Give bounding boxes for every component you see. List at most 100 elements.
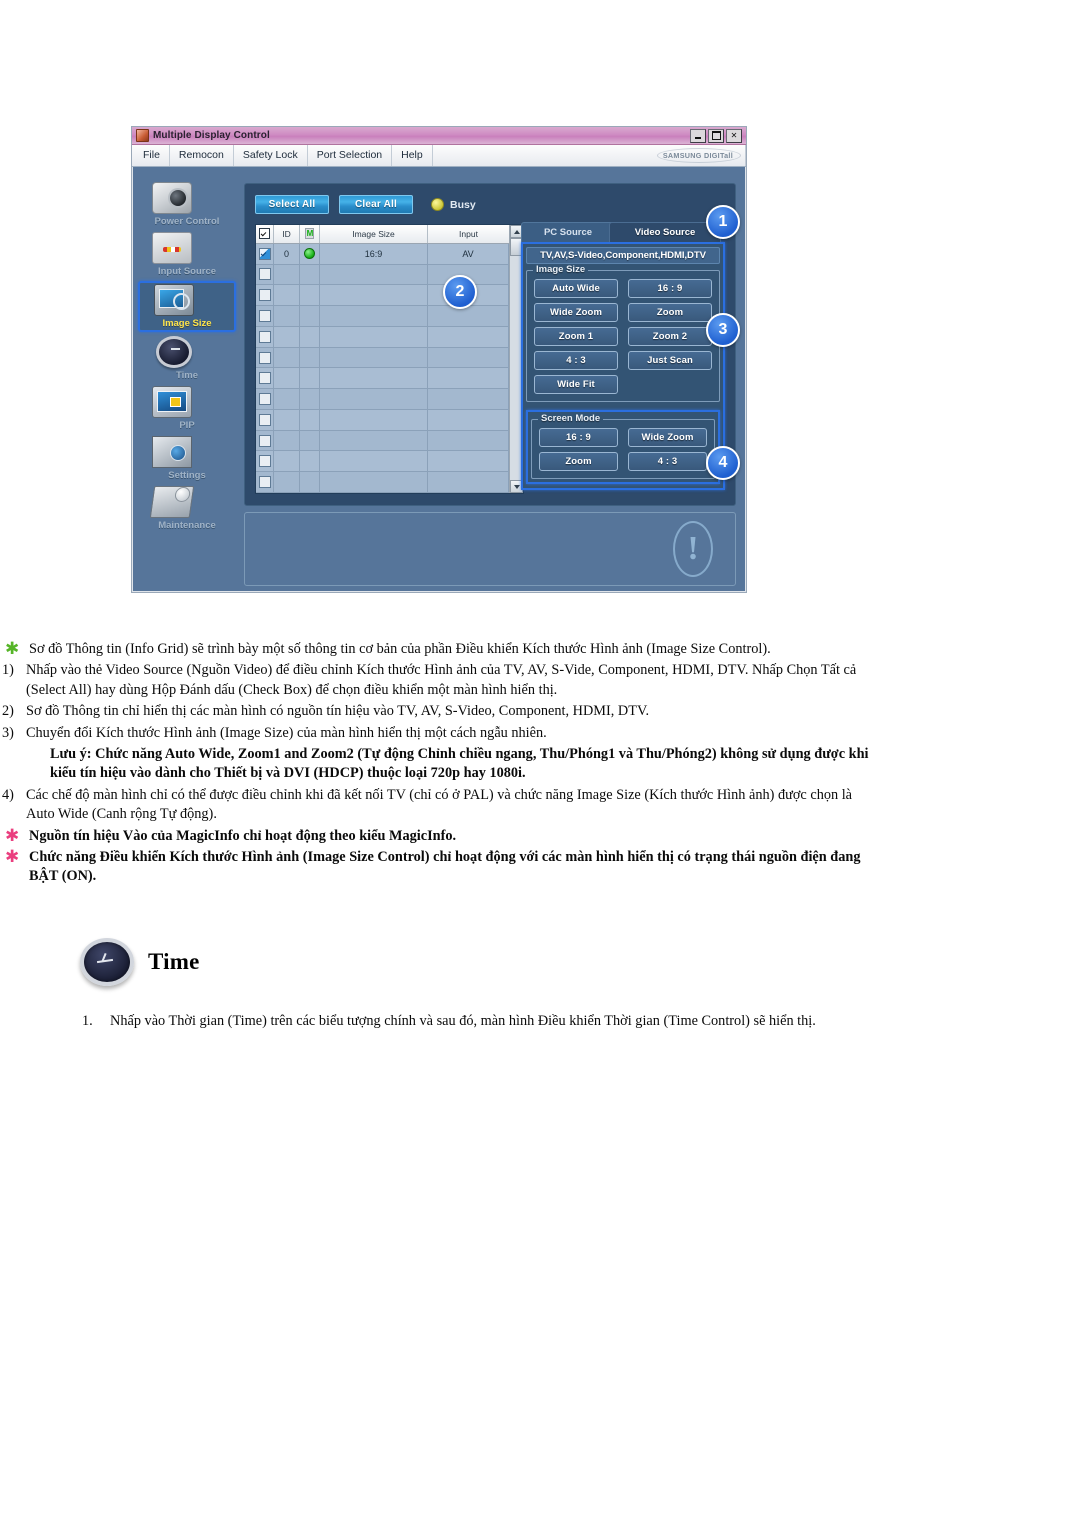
sidebar-item-time[interactable]: Time — [138, 335, 236, 382]
row-image-size — [320, 285, 428, 306]
page-title: Time — [148, 949, 200, 974]
row-checkbox-cell[interactable] — [256, 472, 274, 492]
time-icon — [156, 336, 192, 368]
row-checkbox-icon[interactable] — [258, 393, 271, 406]
menu-item-help[interactable]: Help — [392, 145, 433, 166]
menu-bar[interactable]: File Remocon Safety Lock Port Selection … — [132, 145, 746, 167]
row-checkbox-cell[interactable] — [256, 451, 274, 472]
input-source-icon — [152, 232, 192, 264]
button-16-9[interactable]: 16 : 9 — [628, 279, 712, 298]
column-header-id[interactable]: ID — [274, 225, 300, 243]
row-id — [274, 264, 300, 285]
row-checkbox-icon[interactable] — [258, 434, 271, 447]
table-row[interactable] — [256, 430, 509, 452]
row-checkbox-icon[interactable] — [258, 289, 271, 302]
row-checkbox-cell[interactable] — [256, 347, 274, 368]
minimize-button[interactable] — [690, 128, 706, 143]
button-auto-wide[interactable]: Auto Wide — [534, 279, 618, 298]
screen-mode-button-16-9[interactable]: 16 : 9 — [539, 428, 618, 447]
row-checkbox-cell[interactable] — [256, 368, 274, 389]
source-tabs[interactable]: PC Source Video Source — [521, 222, 725, 242]
row-image-size — [320, 368, 428, 389]
row-checkbox-icon[interactable] — [258, 413, 271, 426]
sidebar-item-image-size[interactable]: Image Size — [138, 281, 236, 332]
row-checkbox-icon[interactable] — [258, 372, 271, 385]
button-zoom-2[interactable]: Zoom 2 — [628, 327, 712, 346]
table-row[interactable] — [256, 451, 509, 473]
row-checkbox-icon[interactable] — [258, 455, 271, 468]
source-types-label: TV,AV,S-Video,Component,HDMI,DTV — [526, 247, 720, 264]
row-image-size — [320, 389, 428, 409]
table-row[interactable] — [256, 472, 509, 493]
tab-pc-source[interactable]: PC Source — [521, 222, 615, 242]
row-checkbox-icon[interactable] — [258, 330, 271, 343]
close-icon[interactable]: ✕ — [726, 128, 742, 143]
screen-mode-legend: Screen Mode — [538, 413, 604, 424]
row-input — [428, 306, 509, 326]
window-controls[interactable]: ✕ — [690, 128, 744, 143]
screen-mode-button-wide-zoom[interactable]: Wide Zoom — [628, 428, 707, 447]
button-just-scan[interactable]: Just Scan — [628, 351, 712, 370]
button-wide-zoom[interactable]: Wide Zoom — [534, 303, 618, 322]
button-4-3[interactable]: 4 : 3 — [534, 351, 618, 370]
table-row[interactable] — [256, 326, 509, 348]
sidebar-item-settings[interactable]: Settings — [138, 435, 236, 482]
row-checkbox-cell[interactable] — [256, 430, 274, 451]
sidebar-item-label: Time — [175, 370, 198, 381]
menu-item-file[interactable]: File — [132, 145, 170, 166]
screen-mode-button-zoom[interactable]: Zoom — [539, 452, 618, 471]
main-panel: Select All Clear All Busy ID M Image Siz… — [244, 183, 736, 506]
select-all-button[interactable]: Select All — [255, 195, 329, 214]
button-zoom[interactable]: Zoom — [628, 303, 712, 322]
sidebar-item-label: Power Control — [154, 216, 220, 227]
column-header-input[interactable]: Input — [428, 225, 509, 243]
menu-item-remocon[interactable]: Remocon — [170, 145, 234, 166]
row-checkbox-icon[interactable] — [258, 309, 271, 322]
sidebar-item-input-source[interactable]: Input Source — [138, 231, 236, 278]
row-checkbox-cell[interactable] — [256, 264, 274, 285]
maintenance-icon — [149, 486, 195, 518]
menu-item-safety-lock[interactable]: Safety Lock — [234, 145, 308, 166]
row-input — [428, 430, 509, 451]
table-row[interactable] — [256, 347, 509, 369]
table-row[interactable] — [256, 409, 509, 431]
column-header-image-size[interactable]: Image Size — [320, 225, 428, 243]
row-checkbox-icon[interactable] — [258, 351, 271, 364]
sidebar-item-power-control[interactable]: Power Control — [138, 181, 236, 228]
clear-all-button[interactable]: Clear All — [339, 195, 413, 214]
list-item: 3) Chuyển đổi Kích thước Hình ảnh (Image… — [0, 724, 1080, 743]
table-row[interactable] — [256, 368, 509, 390]
sidebar-item-maintenance[interactable]: Maintenance — [138, 485, 236, 532]
info-grid[interactable]: ID M Image Size Input 0 16:9 AV — [255, 224, 524, 494]
table-row[interactable] — [256, 389, 509, 410]
sidebar-item-pip[interactable]: PIP — [138, 385, 236, 432]
list-item-text: Sơ đồ Thông tin (Info Grid) sẽ trình bày… — [29, 641, 771, 657]
row-checkbox-cell[interactable] — [256, 389, 274, 409]
row-checkbox-icon[interactable] — [258, 476, 271, 489]
row-checkbox-cell[interactable] — [256, 306, 274, 326]
tab-video-source[interactable]: Video Source — [609, 222, 721, 242]
select-all-checkbox-icon[interactable] — [259, 228, 270, 240]
button-wide-fit[interactable]: Wide Fit — [534, 375, 618, 394]
busy-indicator: Busy — [431, 198, 476, 211]
maximize-button[interactable] — [708, 128, 724, 143]
row-checkbox-icon[interactable] — [258, 247, 271, 260]
button-zoom-1[interactable]: Zoom 1 — [534, 327, 618, 346]
row-checkbox-cell[interactable] — [256, 243, 274, 264]
time-section-heading: Time — [0, 938, 1080, 986]
row-checkbox-icon[interactable] — [258, 268, 271, 281]
row-checkbox-cell[interactable] — [256, 285, 274, 306]
list-item-text: Nhấp vào Thời gian (Time) trên các biểu … — [110, 1013, 816, 1029]
table-row[interactable]: 0 16:9 AV — [256, 243, 509, 265]
menu-item-port-selection[interactable]: Port Selection — [308, 145, 393, 166]
list-item: 1) Nhấp vào thẻ Video Source (Nguồn Vide… — [0, 661, 1080, 700]
row-checkbox-cell[interactable] — [256, 409, 274, 430]
table-row[interactable] — [256, 306, 509, 327]
column-header-checkbox[interactable] — [256, 225, 274, 243]
row-checkbox-cell[interactable] — [256, 326, 274, 347]
exclamation-icon: ! — [673, 521, 713, 577]
screen-mode-button-4-3[interactable]: 4 : 3 — [628, 452, 707, 471]
row-id: 0 — [274, 243, 300, 264]
column-header-power[interactable]: M — [300, 225, 320, 243]
list-marker: 4) — [2, 786, 14, 803]
